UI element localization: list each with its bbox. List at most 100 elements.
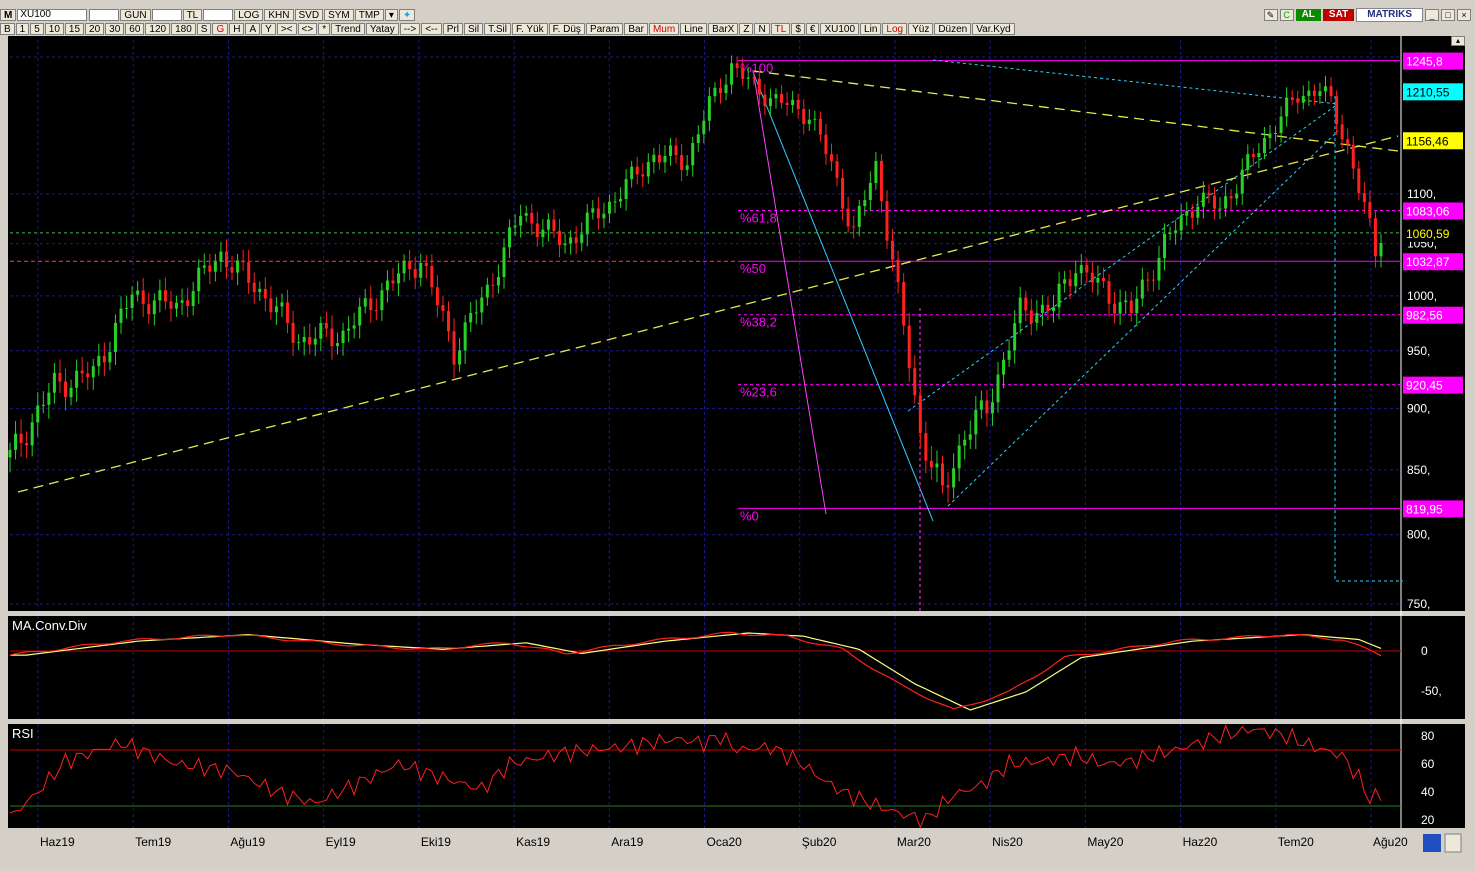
toolbar-button[interactable]: * [318,23,331,35]
toolbar-button[interactable]: Yüz [908,23,934,35]
maximize-icon[interactable]: □ [1441,9,1455,21]
candle [424,262,428,267]
candle [657,154,661,163]
toolbar-button[interactable]: Log [882,23,908,35]
toolbar-button[interactable]: Var.Kyd [972,23,1015,35]
toolbar-button[interactable]: € [805,23,820,35]
symbol-input[interactable]: XU100 [17,9,88,21]
toolbar-button[interactable]: F. Yük [511,23,548,35]
candle [1368,202,1372,219]
candle [885,201,889,241]
candle [752,77,756,79]
toolbar-button[interactable]: H [229,23,245,35]
price-tick-label: 750, [1407,597,1430,611]
toolbar-button[interactable]: 60 [125,23,145,35]
toolbar-button[interactable]: XU100 [820,23,860,35]
candle [1351,144,1355,169]
candle [1074,273,1078,287]
toolbar-button[interactable]: Düzen [934,23,972,35]
twitter-icon[interactable]: ✦ [398,9,416,21]
candle [1340,124,1344,140]
toolbar-button[interactable]: 5 [30,23,44,35]
candle [30,422,34,446]
chart-area[interactable]: Haz19 Tem19 Ağu19 Eyl19 Eki19 Kas19 Ara19 Oca20… [8,36,1465,866]
toolbar-button[interactable]: Y [261,23,276,35]
fib-level-label: %23,6 [740,385,777,400]
toolbar-button[interactable]: Z [739,23,754,35]
khn-button[interactable]: KHN [264,9,294,21]
toolbar-button[interactable]: Yatay [365,23,399,35]
candle [1085,265,1089,273]
candle [202,265,206,268]
toolbar-button[interactable]: A [245,23,261,35]
toolbar-button[interactable]: Prl [442,23,463,35]
candle [191,291,195,306]
toolbar-button[interactable]: >< [276,23,297,35]
pencil-icon[interactable]: ✎ [1263,9,1278,21]
toolbar-button[interactable]: 120 [145,23,171,35]
toolbar-button[interactable]: Param [585,23,624,35]
toolbar-button[interactable]: N [754,23,770,35]
toolbar-button[interactable]: 180 [171,23,196,35]
candle [1018,297,1022,324]
candle [652,154,656,163]
candle [125,308,129,310]
candle [624,179,628,199]
candle [730,63,734,85]
toolbar-button[interactable]: Mum [648,23,680,35]
candle [963,439,967,446]
toolbar-button[interactable]: <-- [421,23,442,35]
candle [763,94,767,107]
settings-icon [1444,833,1462,853]
buy-button[interactable]: AL [1295,9,1321,21]
toolbar-button[interactable]: 20 [85,23,105,35]
scroll-up-icon[interactable]: ▴ [1451,36,1465,46]
refresh-icon[interactable]: C [1279,9,1294,21]
rsi-tick-label: 20 [1421,813,1435,827]
toolbar-button[interactable]: G [212,23,229,35]
candle [1124,300,1128,303]
toolbar-button[interactable]: Line [680,23,708,35]
toolbar-button[interactable]: 1 [15,23,30,35]
currency-tl-button[interactable]: TL [182,9,203,21]
candle [413,269,417,278]
toolbar-button[interactable]: 15 [64,23,85,35]
toolbar-button[interactable]: <> [297,23,318,35]
period-gun-button[interactable]: GUN [120,9,151,21]
svd-button[interactable]: SVD [294,9,324,21]
candle [1040,304,1044,313]
tmp-button[interactable]: TMP [354,9,384,21]
m-button[interactable]: M [0,9,17,21]
candle [1090,272,1094,283]
log-button[interactable]: LOG [234,9,264,21]
toolbar-button[interactable]: F. Düş [548,23,585,35]
window-controls: ✎ C AL SAT MATRIKS _ □ × [1263,8,1471,22]
rsi-panel [8,724,1465,828]
candle [852,226,856,228]
candle [152,300,156,315]
date-tick-label: Mar20 [897,835,931,849]
sell-button[interactable]: SAT [1322,9,1355,21]
minimize-icon[interactable]: _ [1425,9,1439,21]
toolbar-button[interactable]: S [196,23,212,35]
toolbar-button[interactable]: B [0,23,15,35]
toolbar-button[interactable]: $ [791,23,805,35]
sym-button[interactable]: SYM [324,9,354,21]
toolbar-button[interactable]: BarX [708,23,739,35]
close-icon[interactable]: × [1457,9,1471,21]
candle [458,350,462,365]
candle [363,298,367,307]
toolbar-button[interactable]: Lin [860,23,882,35]
dropdown-arrow-icon[interactable]: ▾ [384,9,398,21]
toolbar-button[interactable]: 30 [105,23,125,35]
toolbar-button[interactable]: Trend [331,23,365,35]
toolbar-button[interactable]: T.Sil [484,23,511,35]
candle [1157,258,1161,281]
toolbar-button[interactable]: 10 [44,23,64,35]
toolbar-button[interactable]: Bar [624,23,648,35]
candle [180,300,184,303]
toolbar-button[interactable]: Sil [463,23,484,35]
candle [607,201,611,214]
toolbar-button[interactable]: TL [770,23,791,35]
toolbar-button[interactable]: --> [399,23,421,35]
